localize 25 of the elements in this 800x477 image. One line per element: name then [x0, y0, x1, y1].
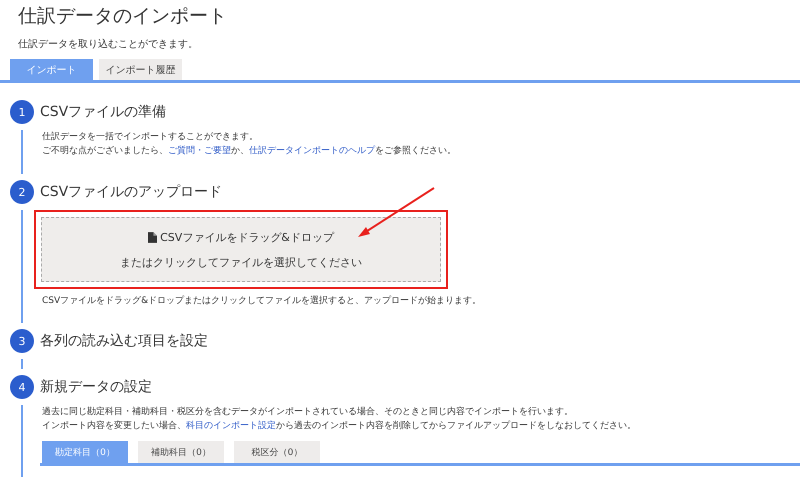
step-heading: CSVファイルの準備 — [40, 103, 168, 122]
step-number: 1 — [10, 100, 34, 124]
tab[interactable]: 税区分（0） — [234, 441, 320, 463]
drop-title: CSVファイルをドラッグ&ドロップ — [160, 230, 334, 244]
description-text: インポート内容を変更したい場合、科目のインポート設定から過去のインポート内容を削除してからファイルアップロードをしなおしてください。 — [42, 419, 637, 433]
step-heading: 各列の読み込む項目を設定 — [40, 332, 209, 351]
file-icon — [148, 232, 158, 242]
description-text: 仕訳データを一括でインポートすることができます。 — [42, 130, 259, 144]
page-subtitle: 仕訳データを取り込むことができます。 — [17, 38, 199, 52]
tab[interactable]: インポート履歴 — [99, 59, 182, 80]
help-link[interactable]: 科目のインポート設定 — [186, 421, 276, 431]
step-heading: CSVファイルのアップロード — [40, 183, 224, 202]
drop-zone[interactable]: CSVファイルをドラッグ&ドロップ またはクリックしてファイルを選択してください — [41, 217, 441, 282]
help-link[interactable]: ご質問・ご要望 — [168, 146, 231, 156]
page-title: 仕訳データのインポート — [17, 4, 228, 29]
step-number: 4 — [10, 375, 34, 399]
step-number: 3 — [10, 329, 34, 353]
help-link[interactable]: 仕訳データインポートのヘルプ — [249, 146, 375, 156]
step-number: 2 — [10, 180, 34, 204]
drop-hint: またはクリックしてファイルを選択してください — [120, 254, 362, 270]
description-text: 過去に同じ勘定科目・補助科目・税区分を含むデータがインポートされている場合、そのときと同じ内容でインポートを行います。 — [42, 406, 574, 419]
tab[interactable]: 補助科目（0） — [138, 441, 224, 463]
description-text: ご不明な点がございましたら、ご質問・ご要望か、仕訳データインポートのヘルプをご参照ください。 — [42, 144, 457, 158]
upload-caption: CSVファイルをドラッグ&ドロップまたはクリックしてファイルを選択すると、アップロードが始まります。 — [41, 294, 482, 307]
step-heading: 新規データの設定 — [40, 378, 153, 397]
